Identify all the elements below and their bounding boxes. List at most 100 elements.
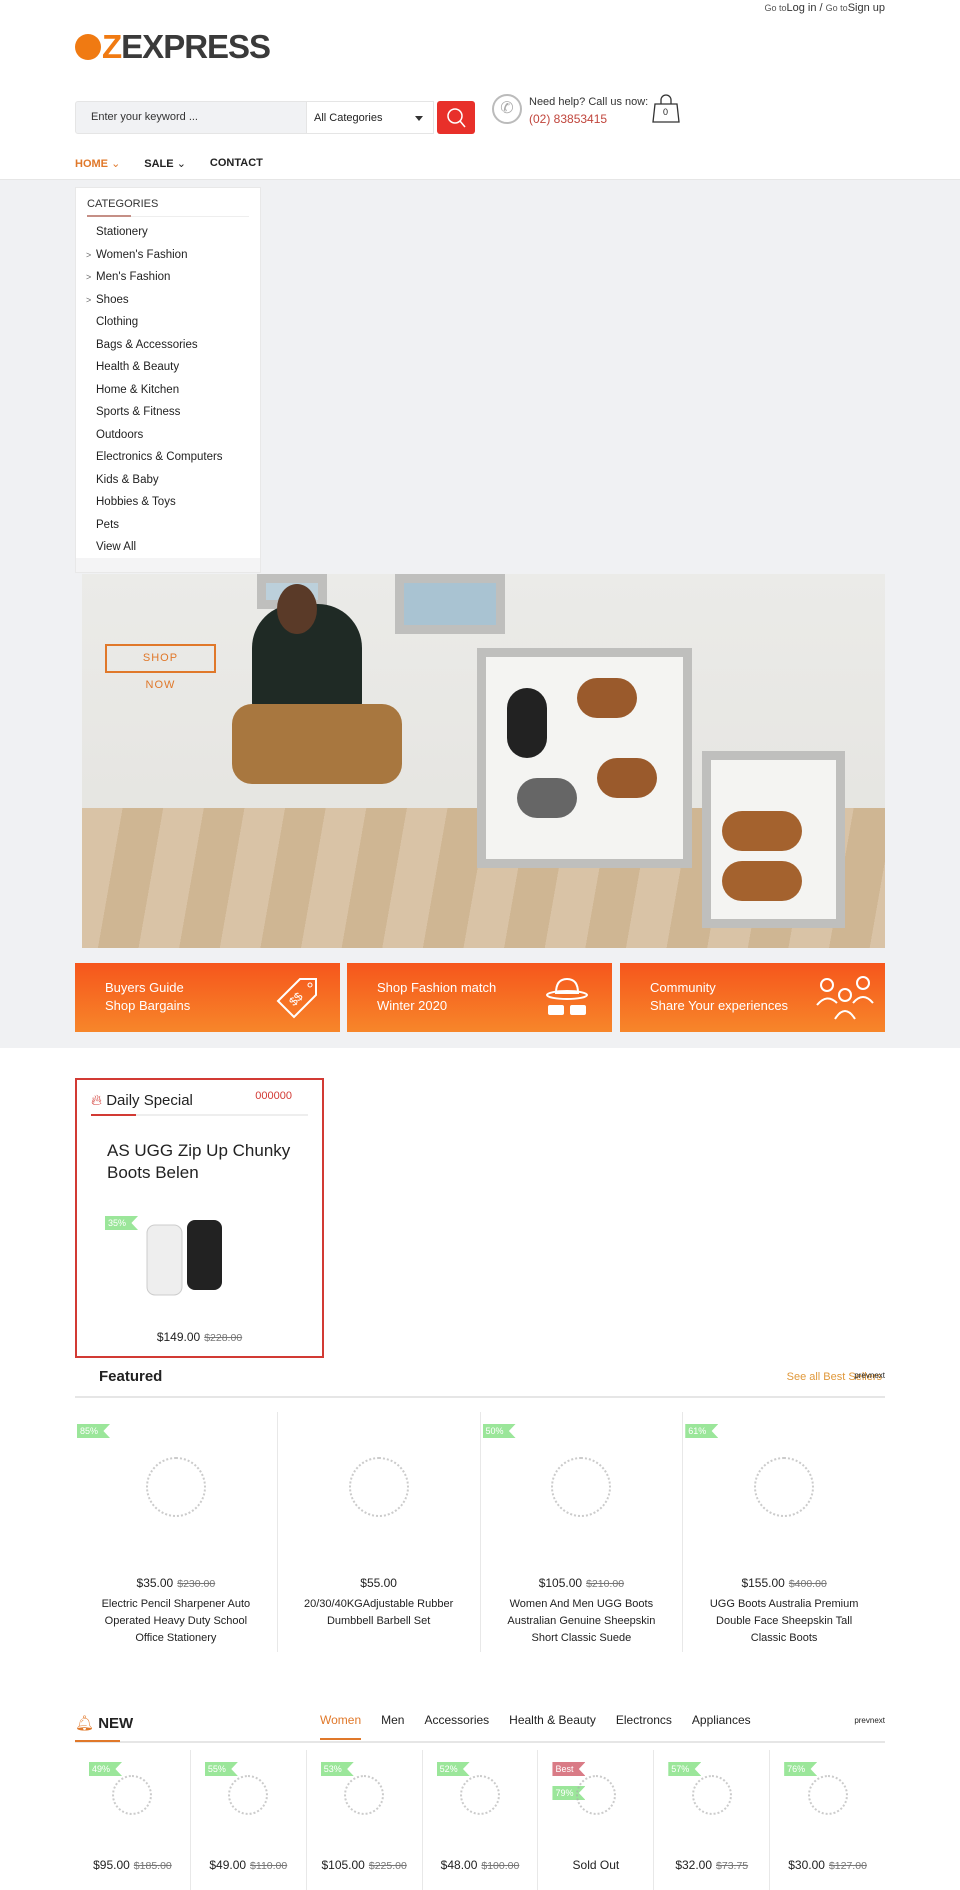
category-label: Stationery bbox=[96, 226, 148, 238]
daily-special-card[interactable]: 🔥︎ Daily Special 000000 AS UGG Zip Up Ch… bbox=[75, 1078, 324, 1358]
category-item[interactable]: Outdoors bbox=[76, 424, 260, 447]
price: $55.00 bbox=[360, 1576, 397, 1590]
help-phone[interactable]: (02) 83853415 bbox=[529, 112, 648, 126]
logo[interactable]: Z EXPRESS bbox=[75, 28, 271, 66]
goto-text: Go to bbox=[764, 3, 787, 13]
promo-buyers-guide[interactable]: Buyers Guide Shop Bargains $$ bbox=[75, 963, 340, 1032]
product-name[interactable]: 20/30/40KGAdjustable Rubber Dumbbell Bar… bbox=[278, 1596, 480, 1630]
shop-now-button[interactable]: SHOP bbox=[105, 644, 216, 673]
new-title: NEW bbox=[98, 1715, 134, 1732]
tab-men[interactable]: Men bbox=[381, 1713, 404, 1740]
tab-electroncs[interactable]: Electroncs bbox=[616, 1713, 672, 1740]
loading-spinner-icon bbox=[807, 1775, 848, 1815]
product-card[interactable]: Best 79% Sold Out bbox=[538, 1750, 655, 1890]
loading-spinner-icon bbox=[344, 1775, 385, 1815]
separator: / bbox=[816, 2, 826, 14]
category-item[interactable]: > Shoes bbox=[76, 289, 260, 312]
category-label: Sports & Fitness bbox=[96, 406, 181, 418]
discount-badge: 50% bbox=[482, 1424, 516, 1438]
category-item[interactable]: Bags & Accessories bbox=[76, 334, 260, 357]
daily-product-name[interactable]: AS UGG Zip Up Chunky Boots Belen bbox=[107, 1140, 307, 1184]
category-item[interactable]: Pets bbox=[76, 514, 260, 537]
category-item[interactable]: Sports & Fitness bbox=[76, 401, 260, 424]
product-price: Sold Out bbox=[538, 1858, 653, 1872]
category-label: Men's Fashion bbox=[96, 271, 171, 283]
category-item[interactable]: Health & Beauty bbox=[76, 356, 260, 379]
loading-spinner-icon bbox=[551, 1457, 612, 1517]
price: $32.00 bbox=[675, 1858, 713, 1872]
daily-special-title: Daily Special bbox=[106, 1092, 193, 1109]
cart-button[interactable]: 0 bbox=[651, 94, 681, 124]
product-card[interactable]: 49% $95.00 $185.00 bbox=[75, 1750, 191, 1890]
product-price: $55.00 bbox=[278, 1576, 480, 1590]
product-card[interactable]: 50% $105.00 $210.00 Women And Men UGG Boots… bbox=[481, 1412, 684, 1652]
help-contact: Need help? Call us now: (02) 83853415 bbox=[529, 96, 648, 126]
divider bbox=[75, 1396, 885, 1398]
loading-spinner-icon bbox=[575, 1775, 616, 1815]
tab-appliances[interactable]: Appliances bbox=[692, 1713, 751, 1740]
category-label: Hobbies & Toys bbox=[96, 496, 176, 508]
product-name[interactable]: Women And Men UGG Boots Australian Genui… bbox=[481, 1596, 683, 1647]
category-item[interactable]: > Women's Fashion bbox=[76, 244, 260, 267]
loading-spinner-icon bbox=[691, 1775, 732, 1815]
chevron-right-icon: > bbox=[86, 294, 92, 305]
new-header: 🔔︎ NEW bbox=[75, 1714, 133, 1732]
nav-sale[interactable]: SALE ⌄ bbox=[144, 157, 186, 170]
main-nav: HOME ⌄ SALE ⌄ CONTACT bbox=[75, 157, 263, 170]
product-image[interactable] bbox=[137, 1215, 247, 1305]
fire-icon: 🔥︎ bbox=[91, 1092, 103, 1109]
product-price: $95.00 $185.00 bbox=[75, 1858, 190, 1872]
price: $49.00 bbox=[209, 1858, 247, 1872]
product-price: $48.00 $100.00 bbox=[423, 1858, 538, 1872]
price: $155.00 bbox=[741, 1576, 785, 1590]
category-label: Electronics & Computers bbox=[96, 451, 223, 463]
search-icon bbox=[447, 108, 466, 128]
promo-community[interactable]: Community Share Your experiences bbox=[620, 963, 885, 1032]
help-label: Need help? Call us now: bbox=[529, 96, 649, 108]
product-card[interactable]: 52% $48.00 $100.00 bbox=[423, 1750, 539, 1890]
login-link[interactable]: Log in bbox=[787, 2, 817, 14]
product-card[interactable]: 85% $35.00 $230.00 Electric Pencil Sharpene… bbox=[75, 1412, 278, 1652]
chevron-down-icon: ⌄ bbox=[176, 158, 186, 170]
category-item[interactable]: Home & Kitchen bbox=[76, 379, 260, 402]
category-item[interactable]: Stationery bbox=[76, 221, 260, 244]
product-card[interactable]: 53% $105.00 $225.00 bbox=[307, 1750, 423, 1890]
product-name[interactable]: UGG Boots Australia Premium Double Face … bbox=[683, 1596, 885, 1647]
discount-badge: 85% bbox=[77, 1424, 111, 1438]
nav-home[interactable]: HOME ⌄ bbox=[75, 157, 120, 170]
tab-women[interactable]: Women bbox=[320, 1713, 362, 1740]
product-card[interactable]: 76% $30.00 $127.00 bbox=[770, 1750, 885, 1890]
tab-accessories[interactable]: Accessories bbox=[424, 1713, 489, 1740]
tab-health-beauty[interactable]: Health & Beauty bbox=[509, 1713, 596, 1740]
category-item[interactable]: Hobbies & Toys bbox=[76, 491, 260, 514]
signup-link[interactable]: Sign up bbox=[848, 2, 885, 14]
nav-contact[interactable]: CONTACT bbox=[210, 157, 263, 170]
product-card[interactable]: 55% $49.00 $110.00 bbox=[191, 1750, 307, 1890]
old-price: $210.00 bbox=[586, 1578, 625, 1590]
category-item[interactable]: > Men's Fashion bbox=[76, 266, 260, 289]
product-price: $30.00 $127.00 bbox=[770, 1858, 885, 1872]
category-label: Outdoors bbox=[96, 428, 144, 441]
category-select[interactable]: All Categories bbox=[306, 101, 434, 134]
discount-badge: 49% bbox=[89, 1762, 123, 1776]
shop-now-text[interactable]: NOW bbox=[105, 679, 216, 691]
product-card[interactable]: 57% $32.00 $73.75 bbox=[654, 1750, 771, 1890]
category-item[interactable]: Electronics & Computers bbox=[76, 446, 260, 469]
promo-fashion-match[interactable]: Shop Fashion match Winter 2020 bbox=[347, 963, 612, 1032]
category-item[interactable]: View All bbox=[76, 536, 260, 559]
product-name[interactable]: Electric Pencil Sharpener Auto Operated … bbox=[75, 1596, 277, 1647]
old-price: $127.00 bbox=[828, 1860, 867, 1872]
discount-badge: 52% bbox=[436, 1762, 470, 1776]
search-button[interactable] bbox=[437, 101, 475, 134]
product-card[interactable]: $55.00 20/30/40KGAdjustable Rubber Dumbbe… bbox=[278, 1412, 481, 1652]
carousel-prev-next[interactable]: prevnext bbox=[854, 1716, 885, 1725]
category-label: Bags & Accessories bbox=[96, 338, 198, 351]
logo-text: EXPRESS bbox=[121, 28, 271, 65]
category-item[interactable]: Kids & Baby bbox=[76, 469, 260, 492]
product-price: $105.00 $225.00 bbox=[307, 1858, 422, 1872]
category-item[interactable]: Clothing bbox=[76, 311, 260, 334]
carousel-prev-next[interactable]: prevnext bbox=[854, 1371, 885, 1380]
product-card[interactable]: 61% $155.00 $400.00 UGG Boots Australia Pre… bbox=[683, 1412, 885, 1652]
hero-banner[interactable]: SHOP NOW bbox=[82, 574, 885, 948]
loading-spinner-icon bbox=[228, 1775, 269, 1815]
